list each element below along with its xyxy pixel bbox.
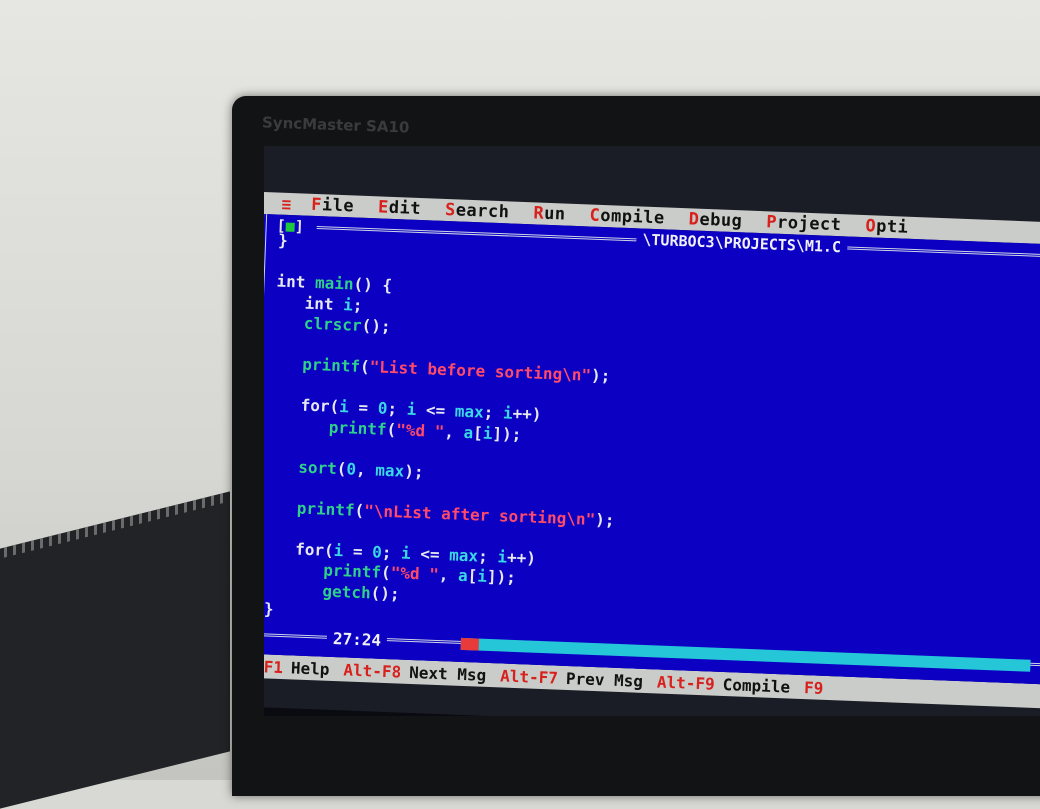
code-token: max: [375, 459, 405, 481]
hint-label: Help: [290, 657, 330, 679]
code-token: }: [277, 230, 289, 250]
code-token: ]);: [486, 566, 517, 587]
code-token: printf: [273, 353, 361, 376]
menu-label: dit: [388, 197, 422, 220]
menu-label: ebug: [699, 209, 743, 232]
menu-debug[interactable]: Debug: [676, 209, 754, 232]
code-token: int: [276, 271, 316, 293]
screen-bottom-edge: [264, 706, 1040, 716]
monitor-screen: ≡ File Edit Search Run Compile Debug Pro…: [264, 146, 1040, 716]
code-token: ++): [512, 403, 542, 424]
code-token: ;: [387, 398, 408, 419]
menu-hotkey: P: [765, 212, 778, 233]
hint-label: Compile: [722, 674, 791, 697]
help-hint-f1[interactable]: F1 Help: [264, 656, 330, 679]
code-token: ++): [506, 547, 537, 568]
menu-label: ile: [321, 195, 355, 217]
code-token: max: [448, 544, 479, 565]
hint-label: Prev Msg: [565, 668, 644, 691]
system-menu-icon[interactable]: ≡: [264, 193, 300, 213]
menu-hotkey: C: [589, 205, 601, 226]
code-token: );: [594, 509, 615, 530]
cursor-position: 27:24: [326, 628, 388, 651]
file-path-title: \TURBOC3\PROJECTS\M1.C: [636, 230, 848, 257]
code-token: for: [271, 394, 330, 416]
menu-label: un: [543, 203, 566, 225]
code-token: int: [275, 292, 344, 314]
code-token: }: [264, 599, 274, 619]
code-token: printf: [267, 496, 355, 520]
menu-options[interactable]: Opti: [853, 216, 921, 239]
code-token: main: [314, 273, 354, 294]
code-token: );: [590, 365, 611, 386]
menu-label: roject: [776, 212, 842, 236]
menu-hotkey: R: [533, 203, 545, 224]
code-token: ();: [361, 315, 391, 336]
menu-project[interactable]: Project: [754, 212, 854, 236]
code-token: printf: [265, 558, 382, 582]
help-hint-f9[interactable]: F9: [790, 677, 824, 698]
code-token: max: [454, 401, 485, 422]
code-token: clrscr: [274, 312, 363, 335]
turbo-c-ide: ≡ File Edit Search Run Compile Debug Pro…: [264, 192, 1040, 716]
code-token: sort: [269, 455, 338, 478]
menu-edit[interactable]: Edit: [366, 197, 434, 220]
menu-file[interactable]: File: [299, 194, 367, 217]
menu-label: pti: [875, 216, 909, 238]
code-token: );: [403, 461, 424, 481]
menu-label: ompile: [599, 205, 666, 229]
code-token: =: [348, 397, 379, 418]
hint-key: Alt-F8: [343, 659, 402, 682]
code-token: =: [343, 540, 373, 561]
hint-key: Alt-F7: [499, 665, 559, 688]
help-hint-alt-f7[interactable]: Alt-F7 Prev Msg: [486, 665, 643, 690]
code-token: "%d ": [395, 419, 445, 441]
editor-window[interactable]: [■] \TURBOC3\PROJECTS\M1.C } int main() …: [264, 213, 1040, 685]
help-hint-alt-f8[interactable]: Alt-F8 Next Msg: [329, 659, 486, 684]
code-token: ,: [355, 459, 376, 479]
code-token: <=: [415, 400, 456, 421]
hint-key: F1: [264, 656, 284, 677]
hint-key: F9: [803, 677, 824, 698]
code-token: ,: [438, 565, 459, 585]
code-token: ;: [477, 545, 498, 566]
code-token: ;: [483, 402, 504, 423]
code-token: ]);: [492, 423, 522, 444]
code-token: <=: [410, 543, 450, 564]
hint-label: Next Msg: [408, 662, 487, 685]
code-token: for: [265, 537, 325, 560]
code-token: ;: [352, 294, 363, 315]
code-token: printf: [270, 414, 387, 439]
scrollbar-thumb[interactable]: [460, 637, 480, 651]
menu-search[interactable]: Search: [433, 200, 522, 223]
code-token: "%d ": [390, 563, 440, 584]
code-token: () {: [353, 274, 393, 295]
menu-run[interactable]: Run: [521, 203, 578, 225]
hint-key: Alt-F9: [656, 671, 716, 694]
code-token: ,: [443, 421, 464, 442]
menu-compile[interactable]: Compile: [577, 205, 677, 229]
menu-label: earch: [455, 200, 510, 223]
code-area[interactable]: } int main() { int i; clrscr(); printf("…: [264, 231, 625, 634]
code-token: ();: [370, 582, 400, 603]
help-hint-alt-f9[interactable]: Alt-F9 Compile: [643, 671, 791, 696]
code-token: getch: [264, 578, 372, 602]
code-token: ;: [381, 542, 402, 563]
